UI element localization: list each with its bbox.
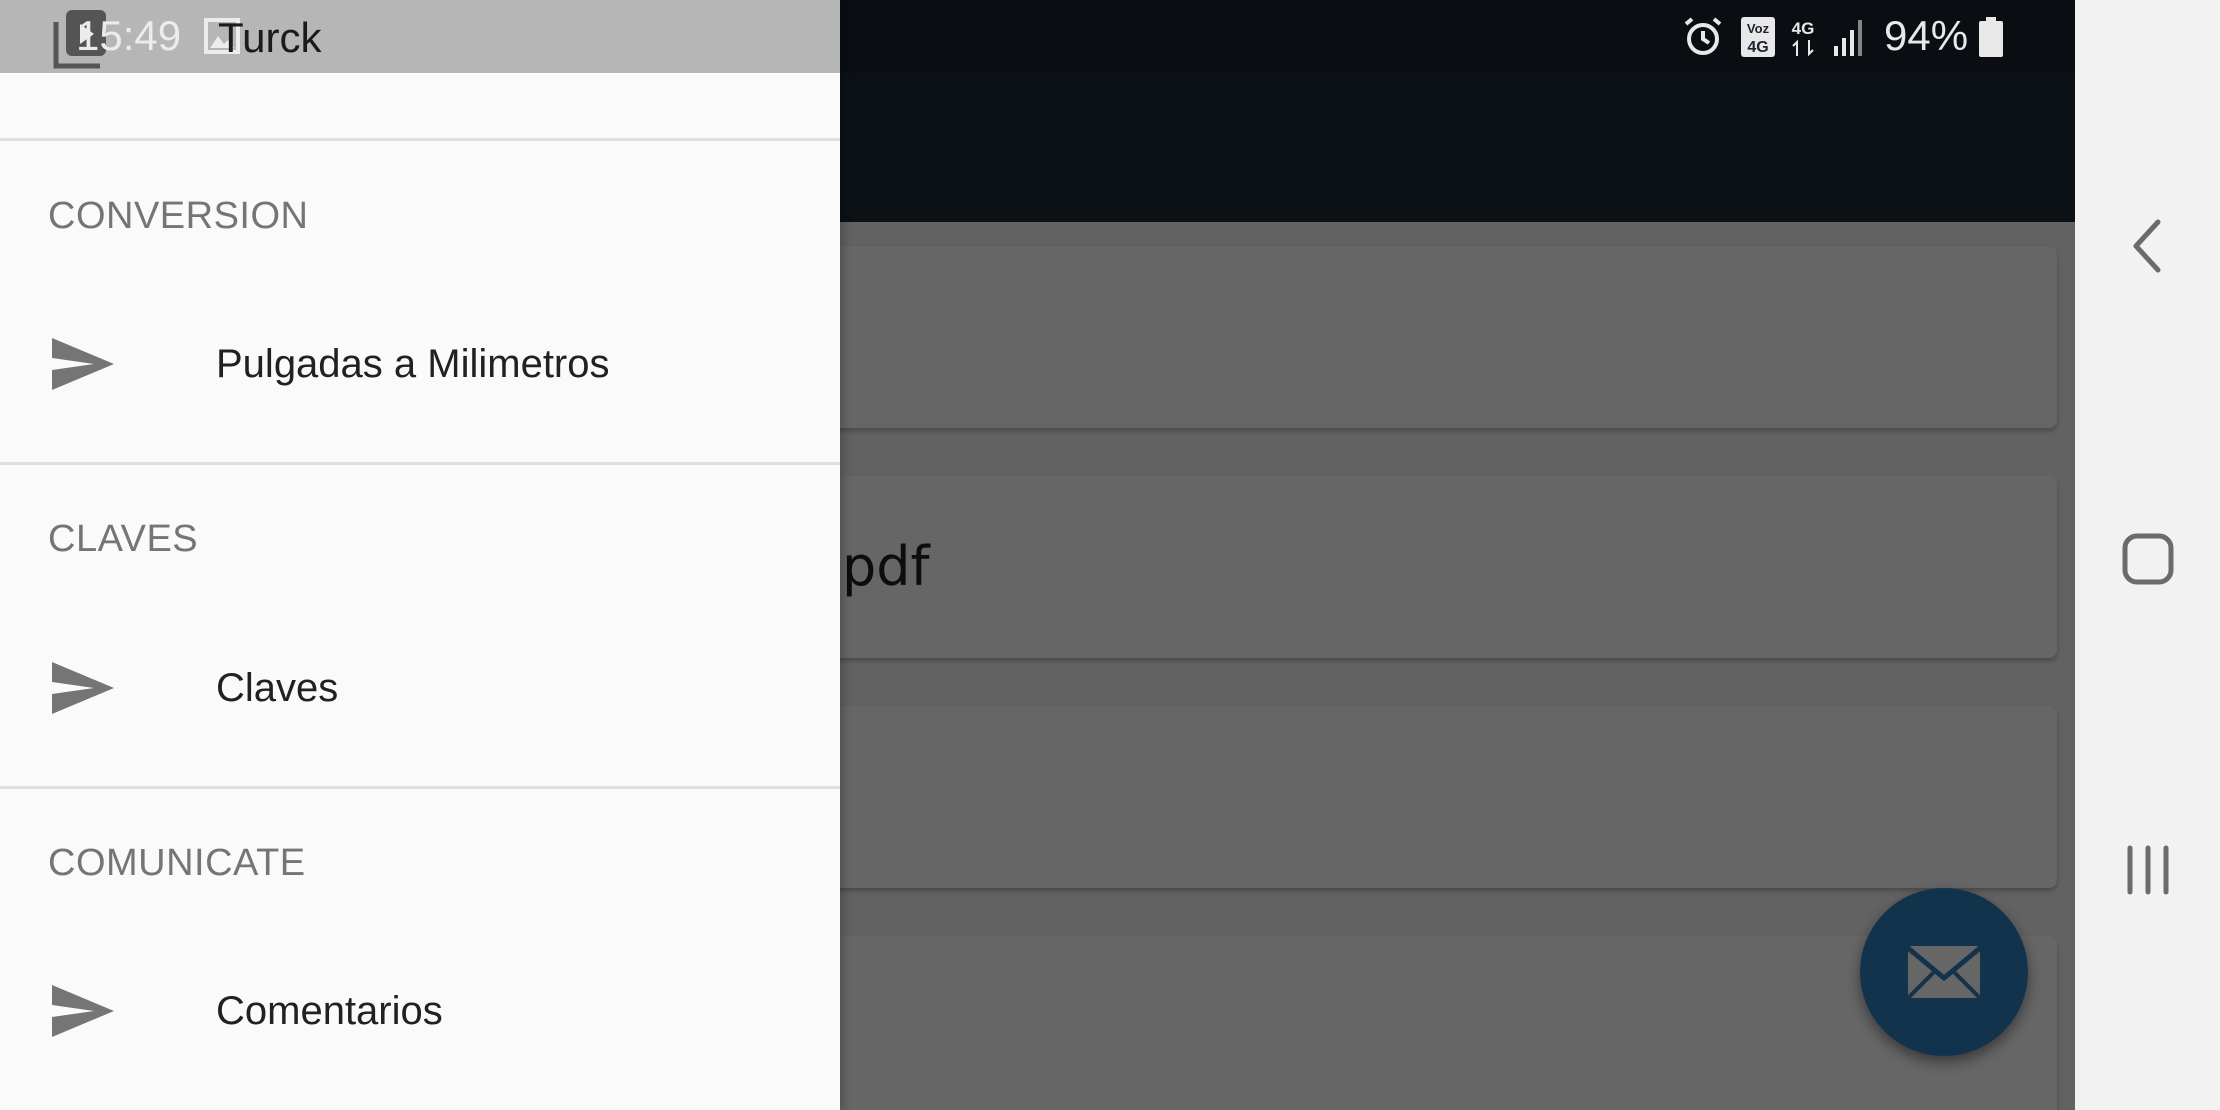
navigation-drawer: 15:49 Turck CONVERSION Pulgadas a Milime…: [0, 0, 840, 1110]
send-icon: [52, 338, 114, 390]
divider: [0, 138, 840, 141]
nav-item-comentarios[interactable]: Comentarios: [0, 951, 840, 1071]
nav-item-label: Claves: [216, 666, 339, 710]
recents-icon: [2127, 845, 2168, 895]
4g-icon: 4G: [1792, 19, 1815, 57]
svg-text:Voz: Voz: [1747, 21, 1770, 36]
alarm-icon: [1684, 17, 1722, 55]
section-header-conversion: CONVERSION: [48, 195, 309, 237]
section-header-comunicate: COMUNICATE: [48, 842, 306, 884]
home-button[interactable]: [2075, 532, 2220, 586]
svg-text:4G: 4G: [1747, 39, 1768, 56]
svg-text:4G: 4G: [1792, 19, 1815, 38]
divider: [0, 786, 840, 789]
nav-item-claves[interactable]: Claves: [0, 628, 840, 748]
send-icon: [52, 985, 114, 1037]
signal-icon: [1834, 20, 1862, 56]
nav-item-pulgadas-a-milimetros[interactable]: Pulgadas a Milimetros: [0, 304, 840, 424]
home-icon: [2122, 533, 2173, 585]
screen: pdf: [0, 0, 2220, 1110]
recents-button[interactable]: [2075, 845, 2220, 895]
send-icon: [52, 662, 114, 714]
volte-icon: Voz 4G: [1741, 17, 1775, 57]
nav-item-label: Pulgadas a Milimetros: [216, 342, 610, 386]
back-button[interactable]: [2075, 218, 2220, 274]
nav-item-label: Comentarios: [216, 989, 443, 1033]
battery-percent: 94%: [1884, 12, 1969, 59]
system-nav-bar: [2075, 0, 2220, 1110]
section-header-claves: CLAVES: [48, 518, 199, 560]
back-icon: [2133, 219, 2160, 273]
battery-icon: [1979, 17, 2003, 57]
divider: [0, 462, 840, 465]
status-icons: Voz 4G 4G 94%: [0, 0, 2075, 73]
